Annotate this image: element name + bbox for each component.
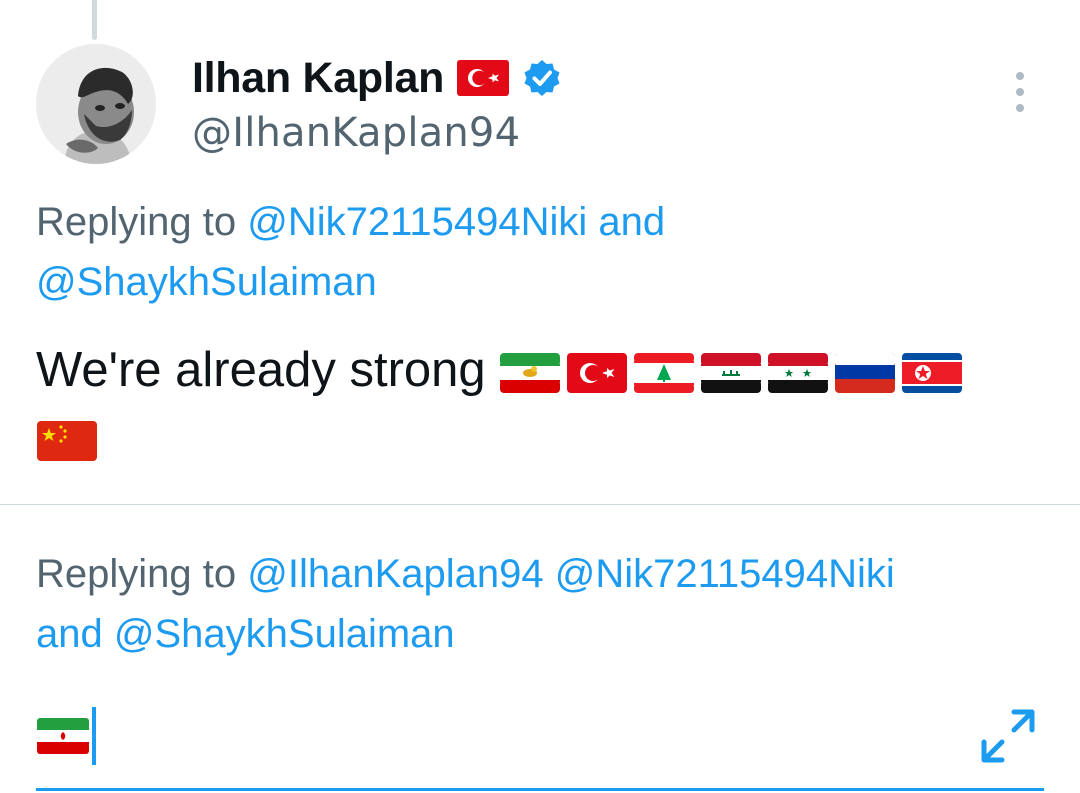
more-dot (1016, 104, 1024, 112)
more-dot (1016, 72, 1024, 80)
tweet-body: We're already strong (36, 343, 486, 397)
reply-prefix: Replying to (36, 552, 237, 596)
mention-link[interactable]: @IlhanKaplan94 (247, 552, 543, 596)
turkey-flag-icon (456, 59, 510, 97)
mention-link[interactable]: @ShaykhSulaiman (114, 612, 455, 656)
mention-link[interactable]: @Nik72115494Niki (555, 552, 895, 596)
iran-flag-icon (36, 717, 90, 755)
divider (0, 504, 1080, 505)
verified-badge-icon (522, 58, 562, 98)
reply-input[interactable] (36, 706, 96, 766)
lebanon-flag-icon (633, 351, 695, 395)
author-name-row: Ilhan Kaplan (192, 52, 562, 104)
reply-joiner: and (36, 612, 103, 656)
mention-link[interactable]: @Nik72115494Niki (247, 200, 587, 244)
author-handle[interactable]: @IlhanKaplan94 (192, 110, 520, 156)
expand-icon[interactable] (978, 706, 1038, 766)
text-caret (92, 707, 96, 765)
reply-joiner: and (598, 200, 666, 244)
syria-flag-icon (767, 351, 829, 395)
iraq-flag-icon (700, 351, 762, 395)
china-flag-icon (36, 419, 98, 463)
composer-reply-context: Replying to @IlhanKaplan94 @Nik72115494N… (36, 544, 1046, 664)
russia-flag-icon (834, 351, 896, 395)
thread-connector-line (92, 0, 97, 40)
more-options-icon[interactable] (1000, 70, 1040, 114)
turkey-flag-icon (566, 351, 628, 395)
tweet-reply-screen: Ilhan Kaplan @IlhanKaplan94 Replying to … (0, 0, 1080, 793)
reply-input-underline (36, 788, 1044, 791)
north-korea-flag-icon (901, 351, 963, 395)
avatar[interactable] (36, 44, 156, 164)
reply-prefix: Replying to (36, 200, 237, 244)
more-dot (1016, 88, 1024, 96)
tweet-text: We're already strong (36, 336, 1046, 472)
author-display-name[interactable]: Ilhan Kaplan (192, 54, 444, 103)
mention-link[interactable]: @ShaykhSulaiman (36, 260, 377, 304)
iran-lion-and-sun-flag-icon (499, 351, 561, 395)
reply-context: Replying to @Nik72115494Niki and @Shaykh… (36, 192, 1036, 312)
